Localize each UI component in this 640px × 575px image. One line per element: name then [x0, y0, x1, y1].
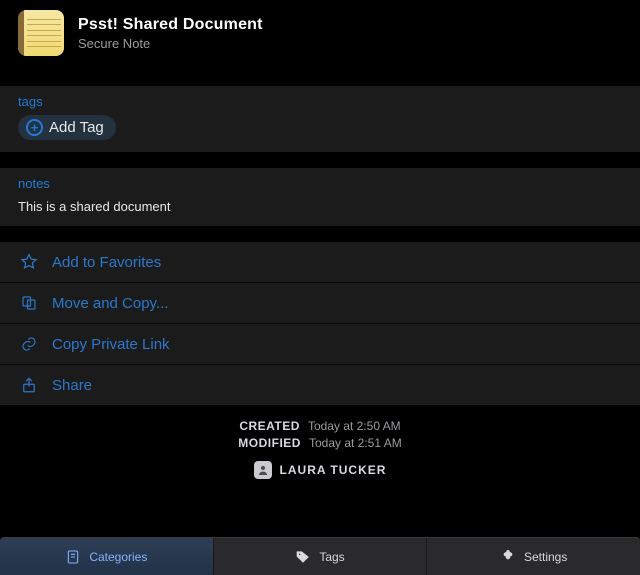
tab-categories[interactable]: Categories [0, 538, 213, 575]
share-icon [18, 375, 40, 395]
item-title: Psst! Shared Document [78, 16, 263, 34]
move-and-copy-row[interactable]: Move and Copy... [0, 282, 640, 323]
plus-circle-icon [26, 119, 43, 136]
move-label: Move and Copy... [52, 295, 168, 312]
header: Psst! Shared Document Secure Note [0, 0, 640, 70]
notes-content: This is a shared document [18, 197, 622, 214]
author-row: LAURA TUCKER [254, 461, 387, 479]
link-icon [18, 334, 40, 354]
modified-key: MODIFIED [238, 436, 301, 450]
copy-private-link-row[interactable]: Copy Private Link [0, 323, 640, 364]
created-key: CREATED [239, 419, 300, 433]
modified-val: Today at 2:51 AM [309, 436, 402, 450]
tab-tags[interactable]: Tags [214, 538, 427, 575]
tab-categories-label: Categories [89, 550, 147, 564]
tags-label: tags [18, 94, 622, 109]
star-icon [18, 252, 40, 272]
tab-settings-label: Settings [524, 550, 567, 564]
avatar-icon [254, 461, 272, 479]
author-name: LAURA TUCKER [280, 463, 387, 477]
add-to-favorites-row[interactable]: Add to Favorites [0, 242, 640, 282]
add-tag-button[interactable]: Add Tag [18, 115, 116, 140]
notes-section: notes This is a shared document [0, 168, 640, 226]
meta-block: CREATED Today at 2:50 AM MODIFIED Today … [0, 405, 640, 487]
note-icon [18, 10, 64, 56]
tabbar: Categories Tags Settings [0, 537, 640, 575]
favorites-label: Add to Favorites [52, 254, 161, 271]
item-subtitle: Secure Note [78, 36, 263, 51]
notes-label: notes [18, 176, 622, 191]
share-label: Share [52, 377, 92, 394]
add-tag-label: Add Tag [49, 119, 104, 136]
tab-settings[interactable]: Settings [427, 538, 640, 575]
created-val: Today at 2:50 AM [308, 419, 401, 433]
share-row[interactable]: Share [0, 364, 640, 405]
tab-tags-label: Tags [319, 550, 344, 564]
move-copy-icon [18, 293, 40, 313]
actions-list: Add to Favorites Move and Copy... Copy P… [0, 242, 640, 405]
tags-section: tags Add Tag [0, 86, 640, 152]
link-label: Copy Private Link [52, 336, 170, 353]
